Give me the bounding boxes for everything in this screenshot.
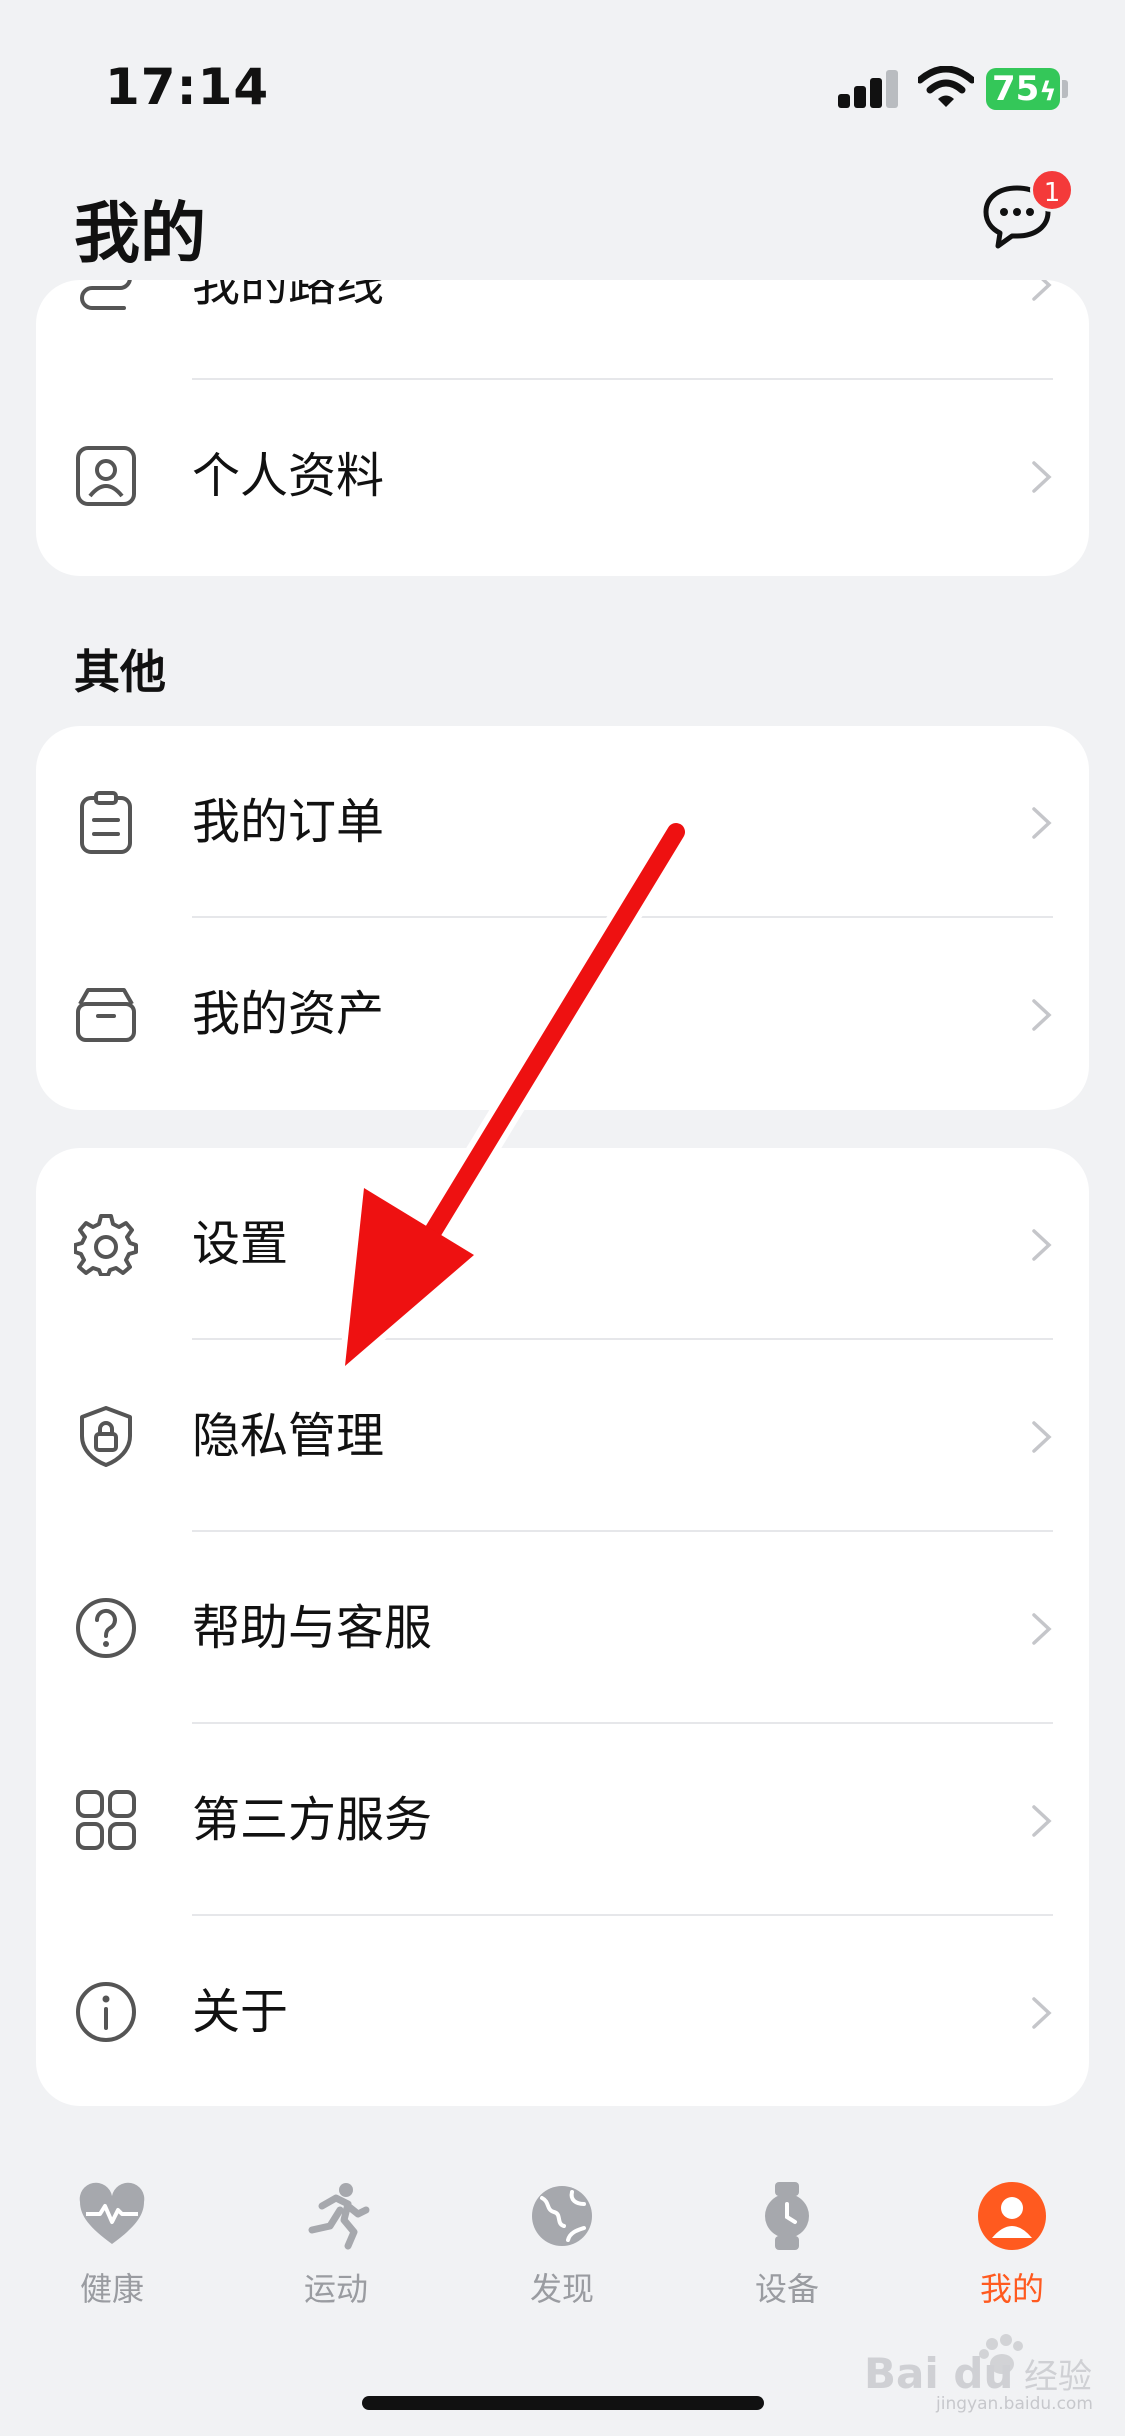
info-icon <box>76 1982 136 2042</box>
page-title: 我的 <box>74 195 206 272</box>
home-indicator <box>362 2396 764 2410</box>
row-about[interactable]: 关于 <box>36 1916 1089 2106</box>
profile-icon <box>76 446 136 506</box>
avatar-icon <box>978 2182 1046 2250</box>
battery-tip <box>1062 80 1068 98</box>
watermark-url: jingyan.baidu.com <box>936 2394 1093 2414</box>
tab-workout[interactable]: 运动 <box>256 2180 416 2330</box>
chevron-right-icon <box>1032 1421 1052 1453</box>
card-profile: 我的路线 个人资料 <box>36 280 1089 576</box>
message-badge: 1 <box>1030 168 1074 212</box>
wifi-icon <box>918 66 974 107</box>
chevron-right-icon <box>1032 1229 1052 1261</box>
svg-text:经验: 经验 <box>1024 2357 1092 2397</box>
section-title-other: 其他 <box>74 645 166 699</box>
watermark-logo: Bai du 经验 <box>860 2330 1110 2400</box>
chevron-right-icon <box>1032 280 1052 301</box>
watch-icon <box>765 2182 809 2250</box>
grid-icon <box>76 1790 136 1850</box>
status-bar: 17:14 75ϟ <box>0 0 1125 170</box>
chevron-right-icon <box>1032 999 1052 1031</box>
box-icon <box>76 988 136 1042</box>
chevron-right-icon <box>1032 1613 1052 1645</box>
tab-health[interactable]: 健康 <box>32 2180 192 2330</box>
heart-icon <box>79 2182 145 2244</box>
shield-lock-icon <box>80 1406 132 1467</box>
clipboard-icon <box>80 791 132 854</box>
row-label: 帮助与客服 <box>192 1600 433 1656</box>
row-help[interactable]: 帮助与客服 <box>36 1532 1089 1724</box>
tab-label: 设备 <box>754 2270 819 2308</box>
chevron-right-icon <box>1032 807 1052 839</box>
row-label: 我的资产 <box>192 986 385 1042</box>
globe-icon <box>532 2186 592 2246</box>
gear-icon <box>74 1214 138 1276</box>
runner-icon <box>308 2183 370 2250</box>
chevron-right-icon <box>1032 1805 1052 1837</box>
card-other: 我的订单 我的资产 <box>36 726 1089 1110</box>
question-icon <box>76 1598 136 1658</box>
svg-text:Bai du: Bai du <box>864 2349 1013 2398</box>
tab-me[interactable]: 我的 <box>932 2180 1092 2330</box>
row-personal-info[interactable]: 个人资料 <box>36 380 1089 572</box>
row-label: 第三方服务 <box>192 1792 433 1848</box>
row-my-orders[interactable]: 我的订单 <box>36 726 1089 918</box>
row-settings[interactable]: 设置 <box>36 1148 1089 1340</box>
route-icon <box>80 280 132 310</box>
cellular-signal-icon <box>838 70 900 108</box>
tab-label: 发现 <box>529 2270 594 2308</box>
chevron-right-icon <box>1032 1997 1052 2029</box>
tab-discover[interactable]: 发现 <box>482 2180 642 2330</box>
status-time: 17:14 <box>105 58 270 116</box>
card-settings: 设置 隐私管理 帮助与客服 第三方服务 关于 <box>36 1148 1089 2106</box>
tab-devices[interactable]: 设备 <box>707 2180 867 2330</box>
tab-label: 健康 <box>79 2270 144 2308</box>
row-label: 个人资料 <box>192 448 385 504</box>
row-label: 我的路线 <box>192 280 385 312</box>
chevron-right-icon <box>1032 461 1052 493</box>
tab-label: 运动 <box>303 2270 368 2308</box>
row-label: 我的订单 <box>192 794 385 850</box>
paw-icon: Bai du 经验 <box>864 2334 1092 2398</box>
row-my-assets[interactable]: 我的资产 <box>36 918 1089 1110</box>
battery-indicator: 75ϟ <box>986 68 1060 110</box>
row-label: 设置 <box>192 1216 289 1272</box>
row-my-routes[interactable]: 我的路线 <box>36 280 1089 380</box>
row-label: 隐私管理 <box>192 1408 385 1464</box>
tab-label: 我的 <box>979 2270 1044 2308</box>
row-privacy[interactable]: 隐私管理 <box>36 1340 1089 1532</box>
row-third-party[interactable]: 第三方服务 <box>36 1724 1089 1916</box>
row-label: 关于 <box>192 1984 289 2040</box>
